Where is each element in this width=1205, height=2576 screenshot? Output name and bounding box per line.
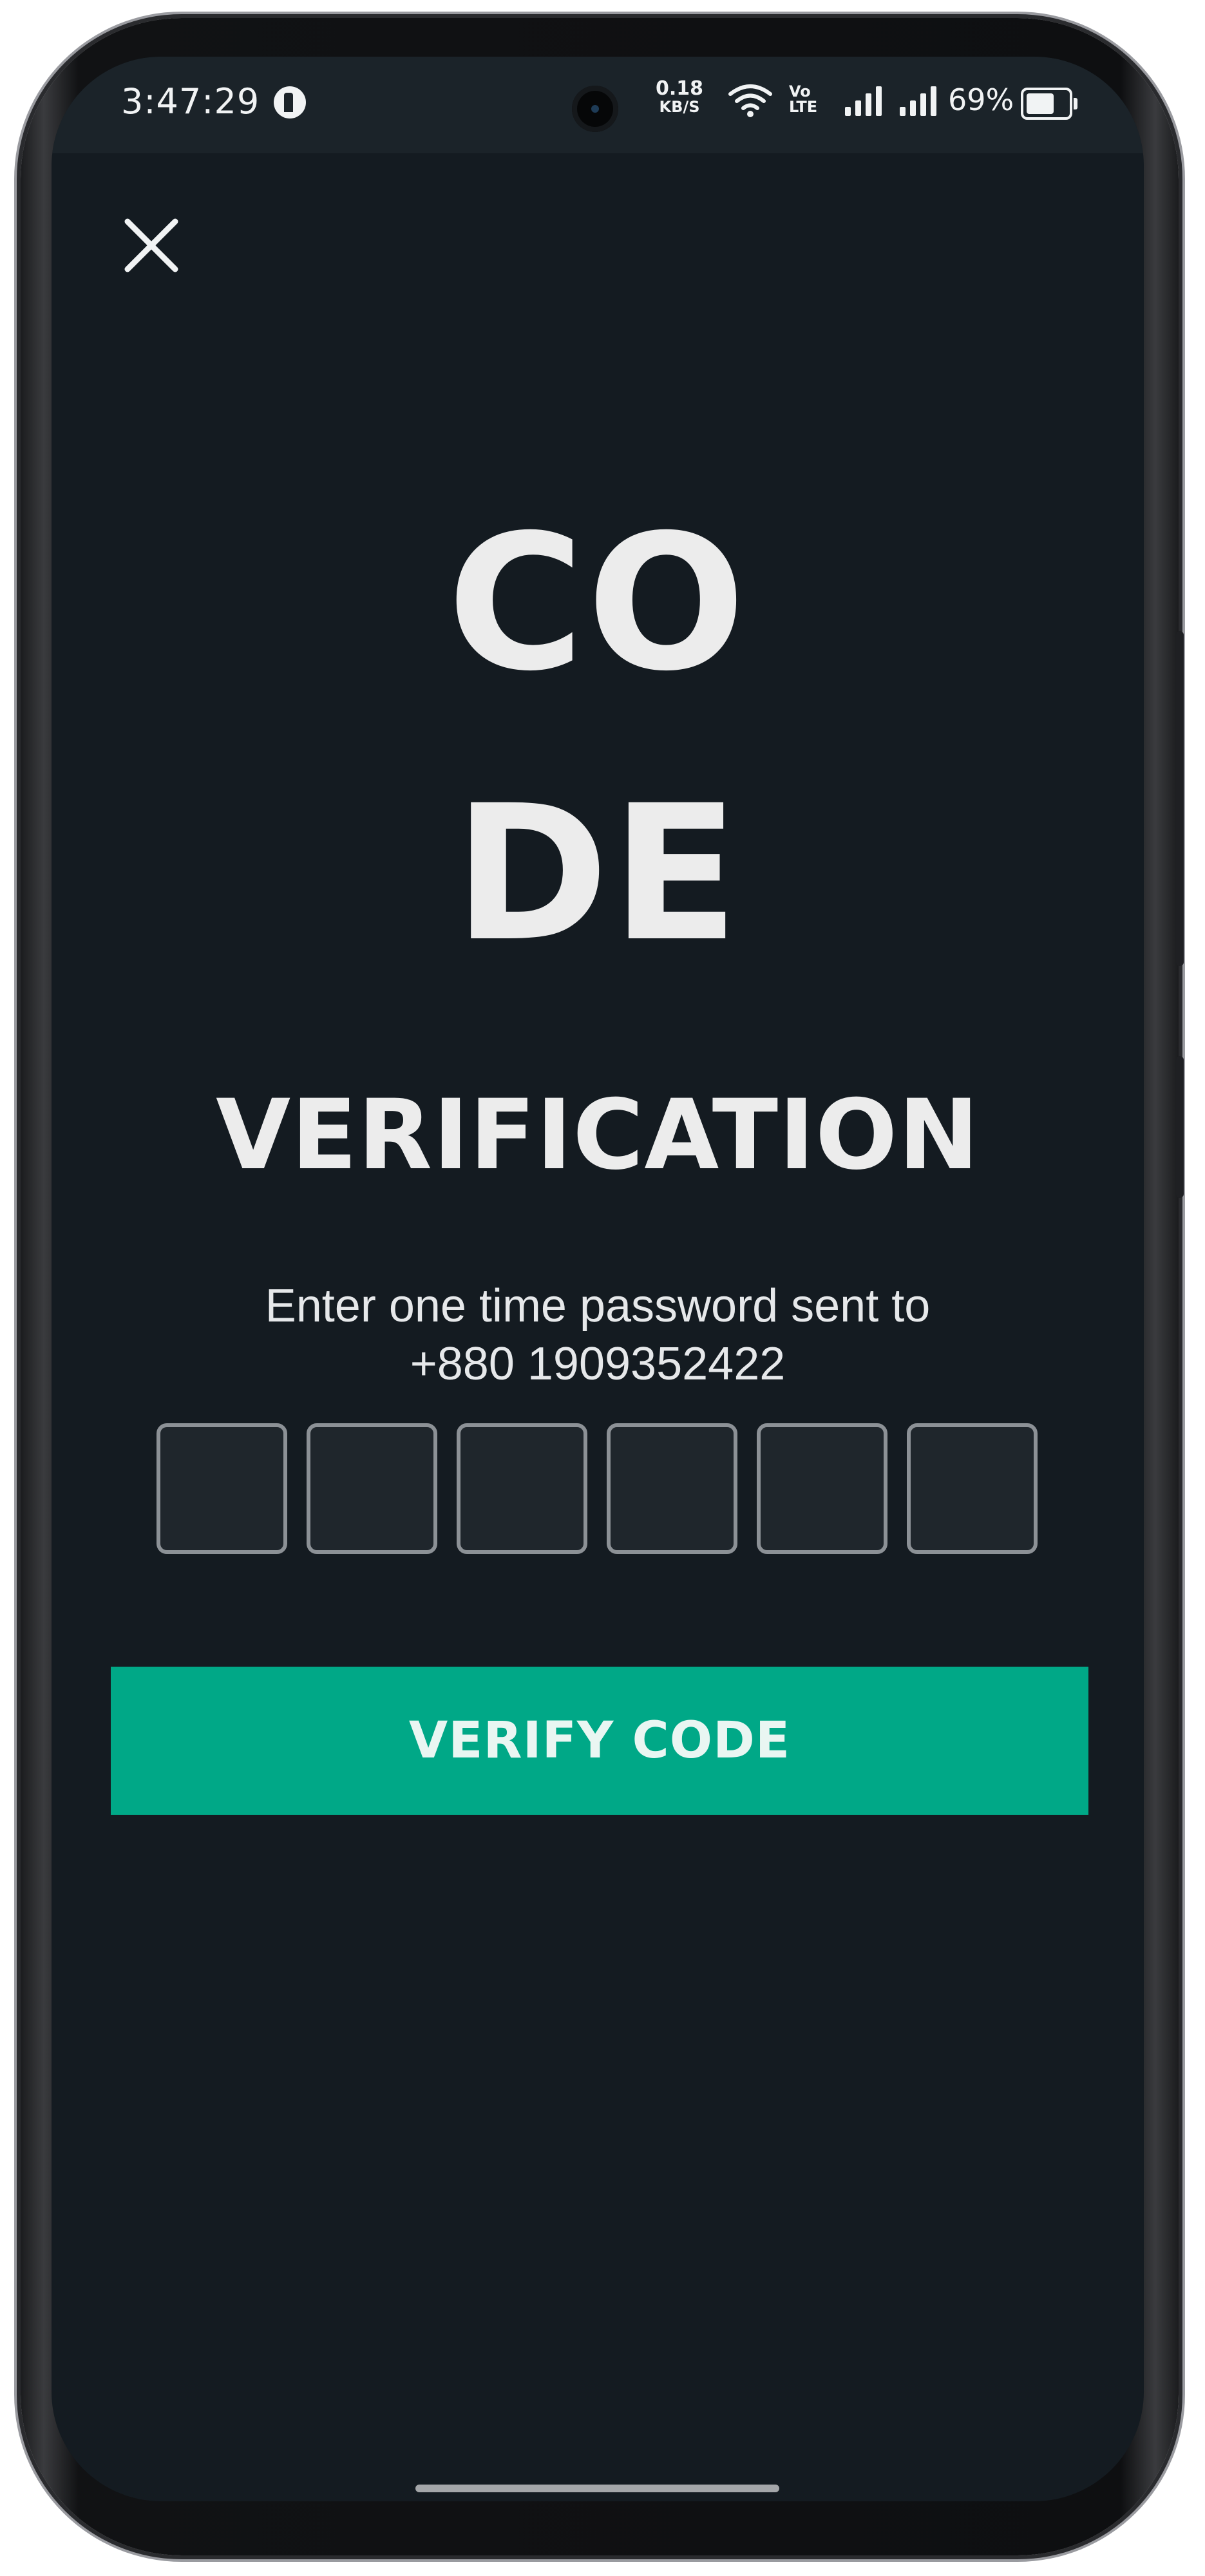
otp-digit-1[interactable] — [157, 1423, 287, 1554]
volte-icon: Vo LTE — [789, 84, 817, 115]
otp-digit-5[interactable] — [757, 1423, 887, 1554]
cell-signal-icon — [845, 86, 882, 116]
title-line-1: CO — [447, 495, 748, 712]
volte-bottom-label: LTE — [789, 98, 818, 116]
app-notification-icon — [274, 86, 306, 118]
title-verification: VERIFICATION — [216, 1079, 980, 1191]
status-bar: 3:47:29 0.18 KB/S Vo LTE 69% — [52, 57, 1144, 153]
network-speed-unit: KB/S — [659, 98, 700, 116]
otp-digit-4[interactable] — [607, 1423, 737, 1554]
wifi-icon — [728, 84, 772, 117]
volume-button — [1176, 631, 1184, 966]
otp-digit-2[interactable] — [307, 1423, 437, 1554]
home-indicator[interactable] — [415, 2485, 779, 2492]
app-screen: 3:47:29 0.18 KB/S Vo LTE 69% CO DE VERIF… — [52, 57, 1144, 2501]
network-speed-value: 0.18 — [656, 77, 704, 100]
battery-percent: 69% — [948, 82, 1014, 117]
battery-icon — [1021, 88, 1077, 120]
otp-instruction: Enter one time password sent to +880 190… — [52, 1277, 1144, 1393]
front-camera — [572, 86, 618, 132]
cell-signal-icon — [900, 86, 936, 116]
network-speed: 0.18 KB/S — [656, 77, 704, 117]
otp-digit-6[interactable] — [907, 1423, 1038, 1554]
close-icon — [124, 218, 178, 272]
phone-number: +880 1909352422 — [410, 1338, 786, 1390]
status-time: 3:47:29 — [121, 81, 260, 122]
otp-digit-3[interactable] — [457, 1423, 587, 1554]
verify-code-button[interactable]: VERIFY CODE — [111, 1667, 1088, 1815]
title-line-2: DE — [453, 766, 742, 983]
power-button — [1176, 1056, 1184, 1198]
otp-input-row — [157, 1423, 1040, 1558]
close-button[interactable] — [116, 210, 187, 281]
instruction-text: Enter one time password sent to — [265, 1280, 931, 1332]
